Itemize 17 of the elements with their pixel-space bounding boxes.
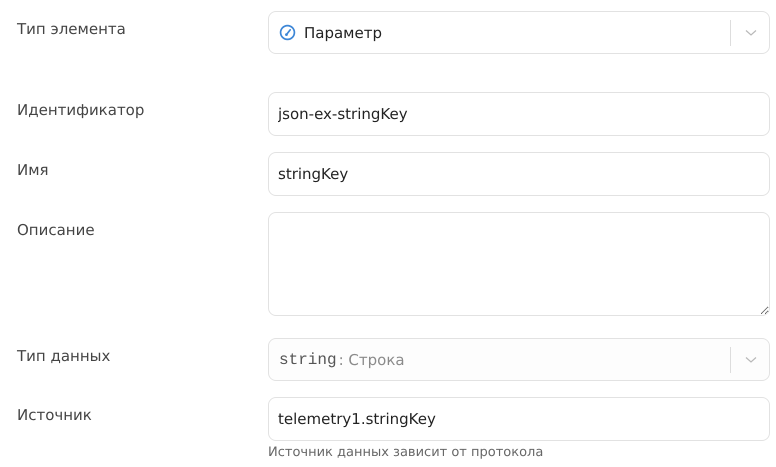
chevron-down-icon (745, 356, 757, 364)
input-field[interactable]: json-ex-stringKey (268, 92, 770, 136)
field-label: Идентификатор (17, 100, 146, 121)
input-field[interactable]: stringKey (268, 152, 770, 196)
helper-text: Источник данных зависит от протокола (268, 445, 544, 460)
dropdown[interactable]: Параметр (268, 11, 770, 54)
field-label: Тип элемента (17, 19, 127, 40)
chevron-down-icon (745, 28, 757, 36)
selected-value: : Строка (338, 350, 405, 368)
field-label: Имя (17, 160, 50, 181)
text-area[interactable] (268, 212, 770, 316)
type-code: string (279, 350, 337, 368)
field-label: Источник (17, 405, 93, 426)
field-label: Описание (17, 220, 96, 241)
field-label: Тип данных (17, 346, 112, 367)
selected-value: Параметр (304, 24, 382, 42)
input-field[interactable]: telemetry1.stringKey (268, 397, 770, 441)
